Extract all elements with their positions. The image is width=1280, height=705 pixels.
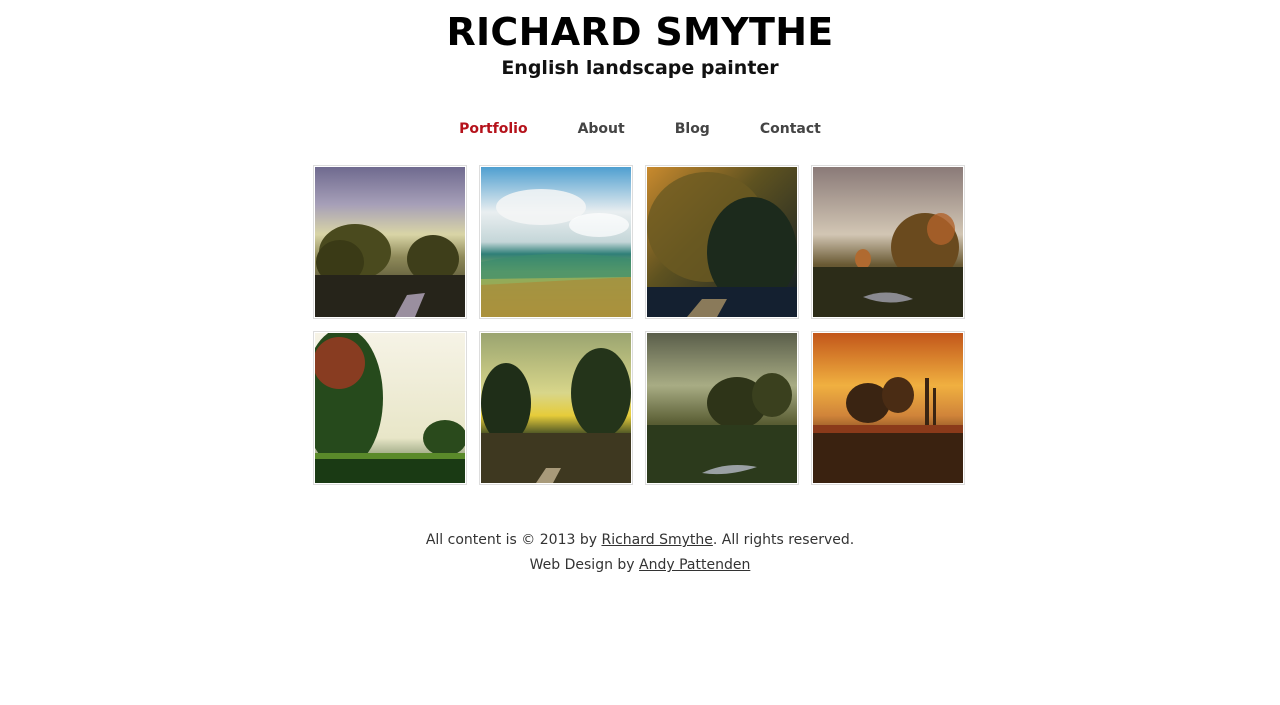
nav-item-contact[interactable]: Contact bbox=[760, 117, 821, 141]
painting-thumbnail-4[interactable] bbox=[811, 165, 965, 319]
site-header: RICHARD SMYTHE English landscape painter bbox=[0, 0, 1280, 80]
painting-thumbnail-1[interactable] bbox=[313, 165, 467, 319]
painting-image-7 bbox=[647, 333, 797, 483]
nav-item-blog[interactable]: Blog bbox=[675, 117, 710, 141]
painting-thumbnail-8[interactable] bbox=[811, 331, 965, 485]
credit-prefix: Web Design by bbox=[529, 557, 640, 573]
site-title: RICHARD SMYTHE bbox=[446, 10, 834, 54]
credit-line: Web Design by Andy Pattenden bbox=[0, 553, 1280, 578]
painting-image-2 bbox=[481, 167, 631, 317]
painting-thumbnail-2[interactable] bbox=[479, 165, 633, 319]
painting-image-6 bbox=[481, 333, 631, 483]
painting-thumbnail-7[interactable] bbox=[645, 331, 799, 485]
painting-thumbnail-5[interactable] bbox=[313, 331, 467, 485]
painting-image-3 bbox=[647, 167, 797, 317]
copyright-prefix: All content is © 2013 by bbox=[425, 532, 602, 548]
painting-image-5 bbox=[315, 333, 465, 483]
copyright-suffix: . All rights reserved. bbox=[712, 532, 855, 548]
painting-image-8 bbox=[813, 333, 963, 483]
designer-link[interactable]: Andy Pattenden bbox=[639, 557, 750, 573]
nav-item-about[interactable]: About bbox=[578, 117, 625, 141]
artist-link[interactable]: Richard Smythe bbox=[601, 532, 712, 548]
painting-thumbnail-6[interactable] bbox=[479, 331, 633, 485]
copyright-line: All content is © 2013 by Richard Smythe.… bbox=[0, 528, 1280, 553]
site-footer: All content is © 2013 by Richard Smythe.… bbox=[0, 528, 1280, 578]
nav-item-portfolio[interactable]: Portfolio bbox=[459, 117, 527, 141]
painting-image-4 bbox=[813, 167, 963, 317]
main-nav: Portfolio About Blog Contact bbox=[0, 117, 1280, 141]
portfolio-gallery bbox=[313, 165, 969, 485]
site-subtitle: English landscape painter bbox=[501, 57, 779, 79]
painting-image-1 bbox=[315, 167, 465, 317]
painting-thumbnail-3[interactable] bbox=[645, 165, 799, 319]
